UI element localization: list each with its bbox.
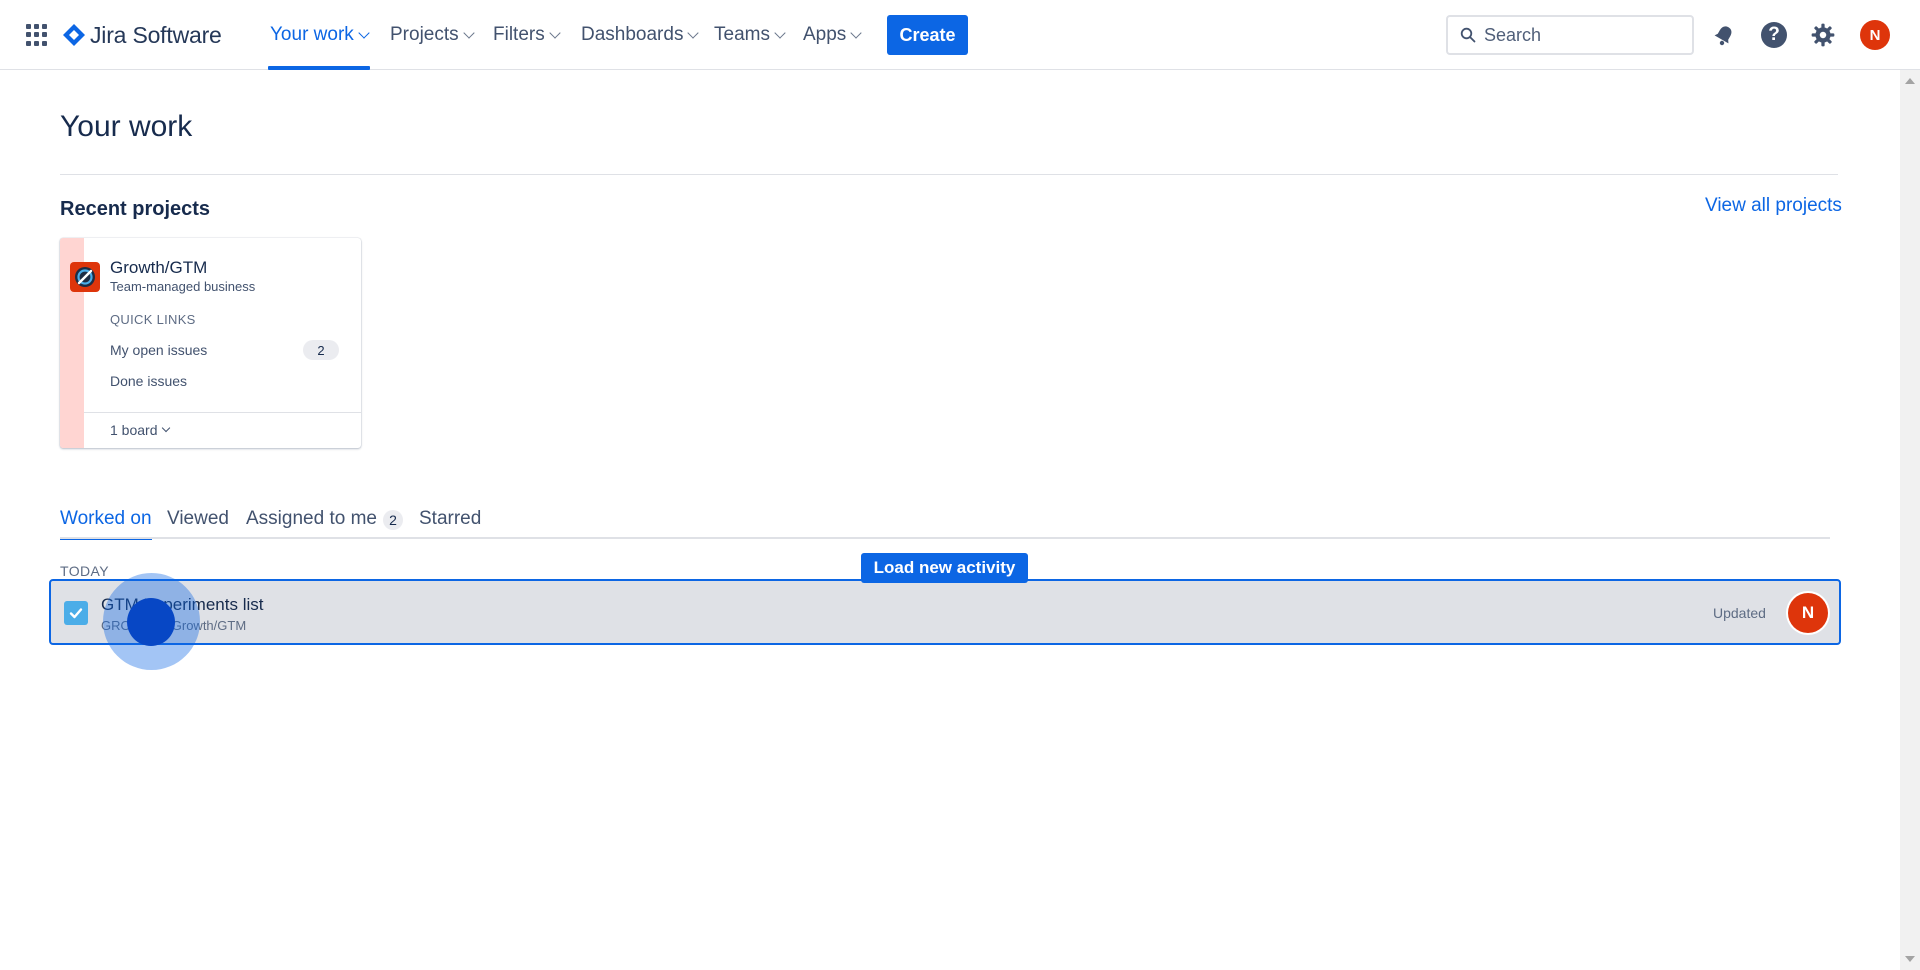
nav-dashboards-label: Dashboards (581, 24, 684, 45)
tab-starred-label: Starred (419, 508, 482, 529)
notifications-icon (1714, 26, 1732, 46)
nav-filters-label: Filters (493, 24, 545, 45)
settings-icon (1811, 23, 1835, 47)
tab-viewed[interactable]: Viewed (167, 508, 229, 538)
nav-projects[interactable]: Projects (390, 0, 475, 70)
page-scrollbar[interactable] (1900, 70, 1920, 970)
assigned-count-badge: 2 (382, 510, 403, 530)
nav-your-work-label: Your work (270, 24, 354, 45)
view-all-projects-link[interactable]: View all projects (1705, 195, 1842, 217)
tab-worked-on-label: Worked on (60, 508, 152, 529)
search-box[interactable] (1446, 15, 1694, 55)
tab-assigned-to-me-label: Assigned to me (246, 508, 377, 529)
project-name: Growth/GTM (110, 258, 208, 277)
boards-dropdown-label: 1 board (110, 422, 158, 438)
project-avatar (70, 262, 100, 292)
nav-teams-label: Teams (714, 24, 770, 45)
nav-projects-label: Projects (390, 24, 459, 45)
app-switcher-icon[interactable] (26, 24, 48, 46)
activity-item-status: Updated (1713, 605, 1766, 621)
activity-item-title: GTM Experiments list (101, 595, 264, 614)
recent-projects-title: Recent projects (60, 198, 211, 220)
activity-item-avatar: N (1788, 593, 1828, 633)
header-divider (60, 174, 1838, 175)
app-name: Jira Software (90, 21, 222, 48)
card-footer-divider (84, 412, 361, 413)
nav-teams[interactable]: Teams (714, 0, 786, 70)
boards-dropdown[interactable]: 1 board (110, 422, 171, 438)
scroll-down-icon[interactable] (1905, 956, 1915, 962)
task-checkbox-icon (64, 601, 88, 625)
scroll-up-icon[interactable] (1905, 78, 1915, 84)
activity-item[interactable]: GTM Experiments list GROWTH · Growth/GTM… (49, 579, 1841, 645)
create-button[interactable]: Create (887, 15, 968, 55)
nav-filters[interactable]: Filters (493, 0, 561, 70)
activity-group-label: TODAY (60, 563, 109, 579)
jira-logo[interactable]: Jira Software (62, 20, 222, 50)
nav-dashboards[interactable]: Dashboards (581, 0, 700, 70)
chevron-down-icon (774, 26, 786, 39)
chevron-down-icon (549, 26, 561, 39)
quick-link-my-open-issues[interactable]: My open issues (110, 342, 207, 358)
search-input[interactable] (1484, 24, 1684, 46)
settings-button[interactable] (1808, 20, 1838, 50)
chevron-down-icon (358, 26, 370, 39)
notifications-button[interactable] (1709, 20, 1739, 50)
tab-worked-on[interactable]: Worked on (60, 508, 152, 540)
help-button[interactable]: ? (1759, 20, 1789, 50)
tab-assigned-to-me[interactable]: Assigned to me 2 (246, 508, 403, 538)
jira-diamond-icon (63, 24, 85, 46)
chevron-down-icon (850, 26, 862, 39)
help-icon: ? (1761, 22, 1787, 48)
nav-your-work[interactable]: Your work (268, 0, 370, 70)
chevron-down-icon (462, 26, 475, 39)
quick-links-heading: QUICK LINKS (110, 312, 196, 327)
page-title: Your work (60, 110, 193, 143)
top-navigation: Jira Software Your work Projects Filters… (0, 0, 1920, 70)
project-card[interactable]: Growth/GTM Team-managed business QUICK L… (60, 238, 361, 448)
load-new-activity-button[interactable]: Load new activity (861, 553, 1028, 583)
open-issues-count-badge: 2 (303, 340, 339, 360)
user-avatar[interactable]: N (1860, 20, 1890, 50)
search-icon (1460, 27, 1476, 43)
chevron-down-icon (687, 26, 700, 39)
nav-apps-label: Apps (803, 24, 847, 45)
activity-item-subtitle: GROWTH · Growth/GTM (101, 618, 247, 633)
chevron-down-icon (162, 423, 171, 433)
quick-link-done-issues[interactable]: Done issues (110, 373, 187, 389)
project-logo-icon (75, 267, 95, 287)
nav-apps[interactable]: Apps (803, 0, 862, 70)
tab-starred[interactable]: Starred (419, 508, 481, 538)
tabs-divider (60, 537, 1830, 539)
project-type: Team-managed business (110, 279, 256, 294)
tab-viewed-label: Viewed (167, 508, 229, 529)
